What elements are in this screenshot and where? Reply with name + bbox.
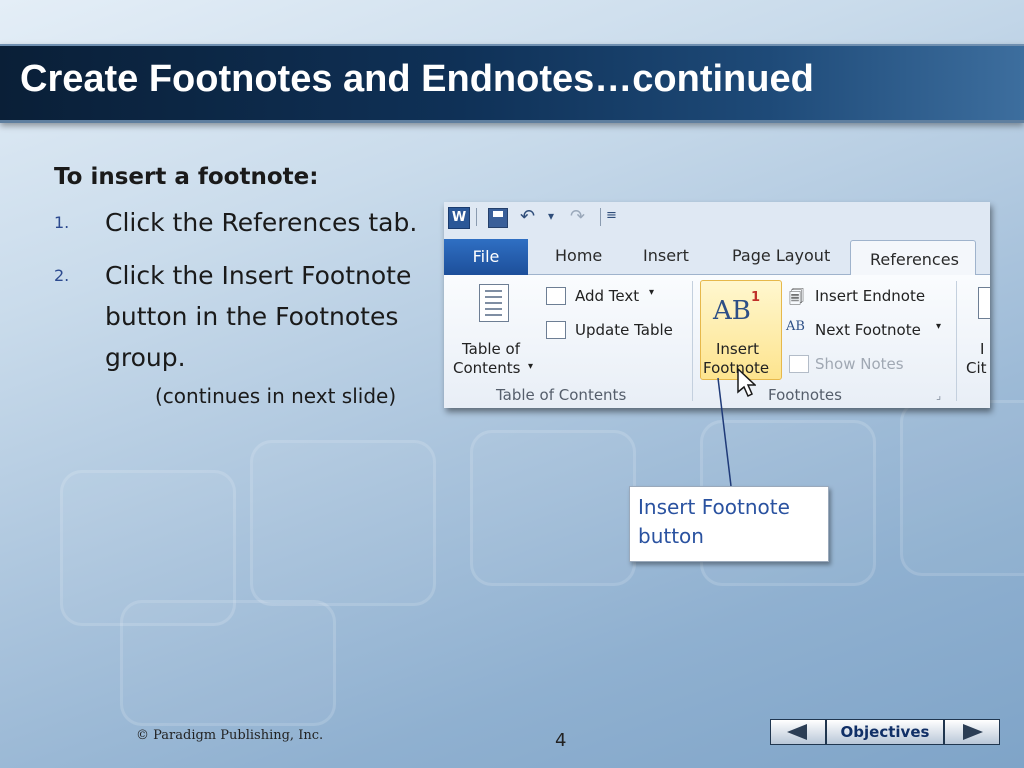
update-table-button[interactable]: Update Table	[575, 321, 673, 339]
continues-note: (continues in next slide)	[155, 384, 397, 408]
add-text-button[interactable]: Add Text	[575, 287, 639, 305]
slide-title: Create Footnotes and Endnotes…continued	[20, 58, 814, 100]
tab-home[interactable]: Home	[555, 246, 602, 265]
list-item: 1. Click the References tab.	[54, 202, 444, 243]
right-arrow-icon	[963, 724, 983, 740]
footnote-ab-icon: AB	[713, 296, 751, 326]
slide-content: To insert a footnote: 1. Click the Refer…	[54, 164, 444, 408]
table-of-contents-icon	[479, 284, 509, 322]
chevron-down-icon[interactable]: ▾	[649, 287, 654, 298]
ribbon-screenshot: W ↶ ▾ ↷ ≡ Home Insert Page Layout File R…	[444, 202, 990, 408]
previous-slide-button[interactable]	[770, 719, 826, 745]
chevron-down-icon[interactable]: ▾	[936, 321, 941, 332]
tab-page-layout[interactable]: Page Layout	[732, 246, 830, 265]
undo-icon[interactable]: ↶	[520, 208, 535, 226]
title-bar: Create Footnotes and Endnotes…continued	[0, 44, 1024, 123]
insert-footnote-label-line1: Insert	[716, 340, 760, 358]
list-item: 2. Click the Insert Footnote button in t…	[54, 255, 444, 378]
objectives-button[interactable]: Objectives	[826, 719, 944, 745]
tab-file[interactable]: File	[444, 239, 528, 275]
dialog-launcher-icon[interactable]: ⌟	[936, 389, 941, 402]
redo-icon[interactable]: ↷	[570, 208, 585, 226]
insert-endnote-icon: 🗐	[789, 288, 804, 306]
step-text: Click the Insert Footnote button in the …	[105, 261, 412, 372]
chevron-down-icon[interactable]: ▾	[528, 361, 533, 372]
insert-endnote-button[interactable]: Insert Endnote	[815, 287, 925, 305]
callout-box: Insert Footnote button	[629, 486, 829, 562]
next-footnote-icon: AB	[786, 319, 805, 334]
update-table-icon	[546, 321, 566, 339]
tab-insert[interactable]: Insert	[643, 246, 689, 265]
page-number: 4	[555, 730, 567, 751]
toc-button-line1[interactable]: Table of	[462, 340, 520, 358]
background-key-shape	[120, 600, 336, 726]
group-label-toc: Table of Contents	[496, 386, 627, 404]
next-slide-button[interactable]	[944, 719, 1000, 745]
tab-references[interactable]: References	[850, 240, 976, 277]
background-key-shape	[470, 430, 636, 586]
cut-off-label-line2: Cit	[966, 359, 987, 377]
customize-qat-icon[interactable]: ≡	[606, 209, 617, 222]
show-notes-icon	[789, 355, 809, 373]
add-text-icon	[546, 287, 566, 305]
cut-off-label-line1: I	[980, 340, 985, 358]
background-key-shape	[900, 400, 1024, 576]
step-number: 2.	[54, 266, 70, 285]
group-separator	[956, 281, 957, 401]
qat-separator	[600, 208, 601, 226]
toc-button-line2[interactable]: Contents	[453, 359, 520, 377]
mouse-pointer-icon	[737, 368, 756, 398]
save-icon[interactable]	[488, 208, 508, 228]
group-label-footnotes: Footnotes	[768, 386, 842, 404]
left-arrow-icon	[787, 724, 807, 740]
word-app-icon[interactable]: W	[448, 207, 470, 229]
citation-icon	[978, 287, 990, 319]
step-text: Click the References tab.	[105, 208, 418, 237]
content-heading: To insert a footnote:	[54, 164, 319, 190]
tab-references-label: References	[870, 250, 959, 269]
qat-separator	[476, 208, 477, 226]
background-key-shape	[250, 440, 436, 606]
quick-access-toolbar: W ↶ ▾ ↷ ≡	[444, 202, 990, 234]
group-separator	[692, 281, 693, 401]
footnote-superscript-icon: 1	[751, 290, 761, 305]
show-notes-button[interactable]: Show Notes	[815, 355, 904, 373]
step-number: 1.	[54, 213, 70, 232]
next-footnote-button[interactable]: Next Footnote	[815, 321, 921, 339]
dropdown-icon[interactable]: ▾	[548, 210, 554, 222]
copyright-text: © Paradigm Publishing, Inc.	[136, 728, 324, 743]
callout-text: Insert Footnote button	[638, 495, 790, 548]
